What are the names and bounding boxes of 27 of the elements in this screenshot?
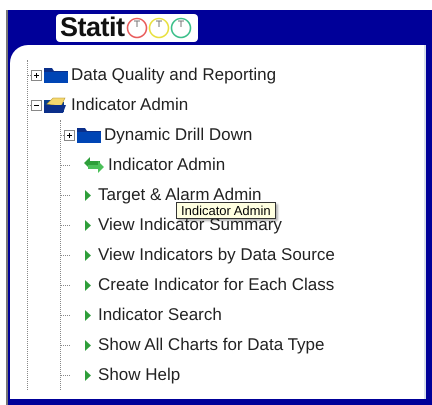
tree-item[interactable]: Show Help [96,365,180,385]
bullet-arrow-icon [84,278,92,292]
folder-icon [43,66,69,84]
expand-toggle[interactable] [31,70,42,80]
tree-item[interactable]: Indicator Admin [106,155,226,175]
tree-item[interactable]: Indicator Search [96,305,222,325]
folder-icon [76,126,102,144]
bullet-arrow-icon [84,308,92,322]
open-folder-icon [43,96,69,114]
bullet-arrow-icon [84,218,92,232]
expand-toggle[interactable] [64,130,75,140]
logo: Statit [56,14,198,42]
tree-item[interactable]: View Indicators by Data Source [96,245,335,265]
tree-item[interactable]: Indicator Admin [69,95,188,115]
swap-arrows-icon [82,156,106,174]
tree-item[interactable]: Create Indicator for Each Class [96,275,334,295]
bullet-arrow-icon [84,368,92,382]
tooltip: Indicator Admin [176,202,276,219]
tree-item[interactable]: Show All Charts for Data Type [96,335,324,355]
tree-item[interactable]: Data Quality and Reporting [69,65,276,85]
collapse-toggle[interactable] [31,100,42,110]
tree-item[interactable]: Dynamic Drill Down [102,125,252,145]
bullet-arrow-icon [84,188,92,202]
bullet-arrow-icon [84,248,92,262]
gauge-circles-icon [126,16,192,38]
bullet-arrow-icon [84,338,92,352]
tree-item[interactable]: Target & Alarm Admin [96,185,262,205]
